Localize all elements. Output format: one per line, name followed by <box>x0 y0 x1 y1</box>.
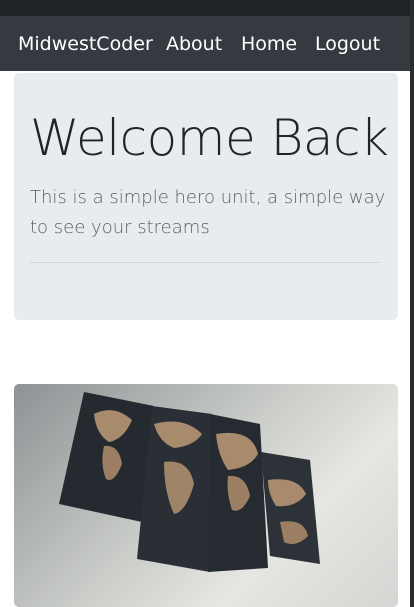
nav-link-about[interactable]: About <box>166 33 222 55</box>
nav-link-home[interactable]: Home <box>241 33 297 55</box>
navbar: MidwestCoder About Home Logout <box>0 16 414 71</box>
hero-lead: This is a simple hero unit, a simple way… <box>30 187 386 238</box>
hero-jumbotron: Welcome Back This is a simple hero unit,… <box>14 73 398 320</box>
hero-title: Welcome Back <box>30 109 389 167</box>
brand-link[interactable]: MidwestCoder <box>18 33 153 55</box>
nav-link-logout[interactable]: Logout <box>315 33 380 55</box>
window-top-strip <box>0 0 414 16</box>
window-right-edge <box>410 0 414 607</box>
hero-divider <box>30 262 380 263</box>
stream-card[interactable] <box>14 384 398 607</box>
world-map-canvas-photo <box>59 392 320 572</box>
